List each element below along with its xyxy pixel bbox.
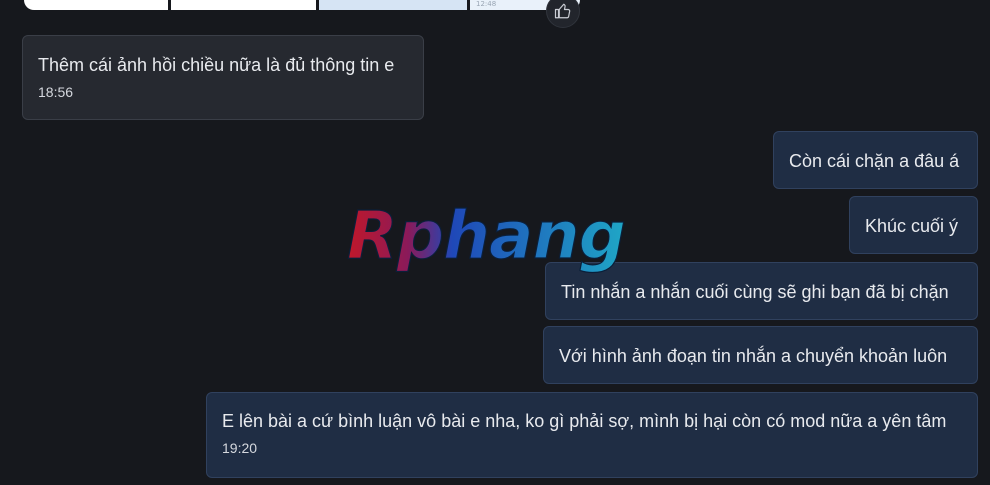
shared-image-strip[interactable]: 12:48: [24, 0, 580, 10]
thumbs-up-icon: [554, 3, 571, 19]
shared-image-tile[interactable]: [24, 0, 168, 10]
message-text: E lên bài a cứ bình luận vô bài e nha, k…: [222, 411, 947, 431]
message-text: Với hình ảnh đoạn tin nhắn a chuyển khoả…: [559, 346, 948, 366]
message-text: Tin nhắn a nhắn cuối cùng sẽ ghi bạn đã …: [561, 282, 949, 302]
message-bubble-outgoing[interactable]: Còn cái chặn a đâu á: [773, 131, 978, 189]
reaction-badge[interactable]: [546, 0, 580, 28]
message-bubble-incoming[interactable]: Thêm cái ảnh hồi chiều nữa là đủ thông t…: [22, 35, 424, 120]
message-bubble-outgoing[interactable]: Tin nhắn a nhắn cuối cùng sẽ ghi bạn đã …: [545, 262, 978, 320]
image-timestamp: 12:48: [476, 0, 497, 8]
message-text: Khúc cuối ý: [865, 216, 959, 236]
shared-image-tile[interactable]: [171, 0, 316, 10]
message-time: 18:56: [38, 84, 74, 100]
message-bubble-outgoing[interactable]: E lên bài a cứ bình luận vô bài e nha, k…: [206, 392, 978, 478]
message-time: 19:20: [222, 440, 258, 456]
shared-image-tile[interactable]: [319, 0, 467, 10]
chat-thread: 12:48 Thêm cái ảnh hồi chiều nữa là đủ t…: [0, 0, 990, 485]
message-text: Còn cái chặn a đâu á: [789, 151, 960, 171]
message-text: Thêm cái ảnh hồi chiều nữa là đủ thông t…: [38, 55, 395, 75]
message-bubble-outgoing[interactable]: Với hình ảnh đoạn tin nhắn a chuyển khoả…: [543, 326, 978, 384]
message-bubble-outgoing[interactable]: Khúc cuối ý: [849, 196, 978, 254]
